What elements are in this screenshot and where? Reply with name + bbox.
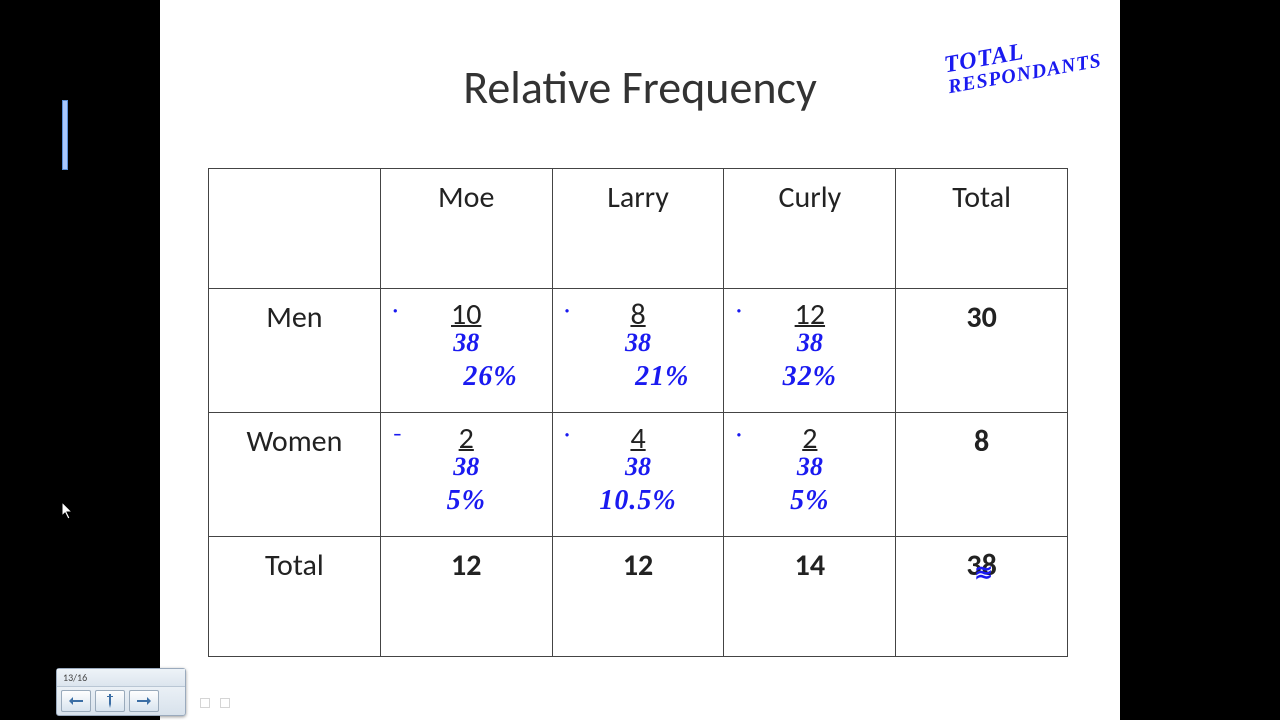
cell-men-moe: · 10 38 26% (380, 289, 552, 413)
denominator: 38 (797, 453, 823, 480)
numerator: 12 (795, 299, 825, 331)
pen-menu-button[interactable] (95, 690, 125, 712)
table-row-total: Total 12 12 14 38 ≋ (209, 537, 1068, 657)
mouse-cursor-icon (62, 502, 74, 520)
numerator: 2 (459, 423, 474, 455)
denominator: 38 (453, 453, 479, 480)
cell-women-total: 8 (896, 413, 1068, 537)
cell-men-larry: · 8 38 21% (552, 289, 724, 413)
numerator: 4 (630, 423, 645, 455)
pen-icon (104, 694, 116, 708)
header-curly: Curly (724, 169, 896, 289)
percent: 10.5% (599, 486, 676, 515)
cell-men-curly: · 12 38 32% (724, 289, 896, 413)
header-larry: Larry (552, 169, 724, 289)
percent: 32% (783, 362, 837, 391)
selection-highlight-bar (62, 100, 68, 170)
percent: 26% (463, 362, 517, 391)
denominator: 38 (453, 329, 479, 356)
percent: 5% (790, 486, 829, 515)
cell-men-total: 30 (896, 289, 1068, 413)
denominator: 38 (625, 453, 651, 480)
row-label-total: Total (209, 537, 381, 657)
cell-women-larry: · 4 38 10.5% (552, 413, 724, 537)
faded-controls (200, 698, 230, 708)
slideshow-toolbar: 13/16 (56, 668, 186, 716)
header-total: Total (896, 169, 1068, 289)
denominator: 38 (625, 329, 651, 356)
table-row-men: Men · 10 38 26% · 8 38 21% · (209, 289, 1068, 413)
faded-box-icon (200, 698, 210, 708)
cell-grand-total: 38 ≋ (896, 537, 1068, 657)
numerator: 10 (451, 299, 481, 331)
table-row-women: Women – 2 38 5% · 4 38 10.5% · (209, 413, 1068, 537)
frequency-table: Moe Larry Curly Total Men · 10 38 26% · … (208, 168, 1068, 657)
presentation-slide: Relative Frequency TOTAL RESPONDANTS Moe… (160, 0, 1120, 720)
percent: 21% (635, 362, 689, 391)
denominator: 38 (797, 329, 823, 356)
numerator: 2 (802, 423, 817, 455)
row-label-men: Men (209, 289, 381, 413)
next-slide-button[interactable] (129, 690, 159, 712)
header-blank (209, 169, 381, 289)
row-label-women: Women (209, 413, 381, 537)
table-header-row: Moe Larry Curly Total (209, 169, 1068, 289)
toolbar-buttons (57, 687, 185, 715)
cell-total-larry: 12 (552, 537, 724, 657)
numerator: 8 (630, 299, 645, 331)
arrow-right-icon (137, 696, 151, 706)
cell-total-curly: 14 (724, 537, 896, 657)
slide-counter: 13/16 (57, 669, 185, 687)
cell-total-moe: 12 (380, 537, 552, 657)
arrow-left-icon (69, 696, 83, 706)
faded-box-icon (220, 698, 230, 708)
percent: 5% (447, 486, 486, 515)
previous-slide-button[interactable] (61, 690, 91, 712)
squiggle-underline-icon: ≋ (974, 560, 988, 586)
cell-women-moe: – 2 38 5% (380, 413, 552, 537)
header-moe: Moe (380, 169, 552, 289)
cell-women-curly: · 2 38 5% (724, 413, 896, 537)
